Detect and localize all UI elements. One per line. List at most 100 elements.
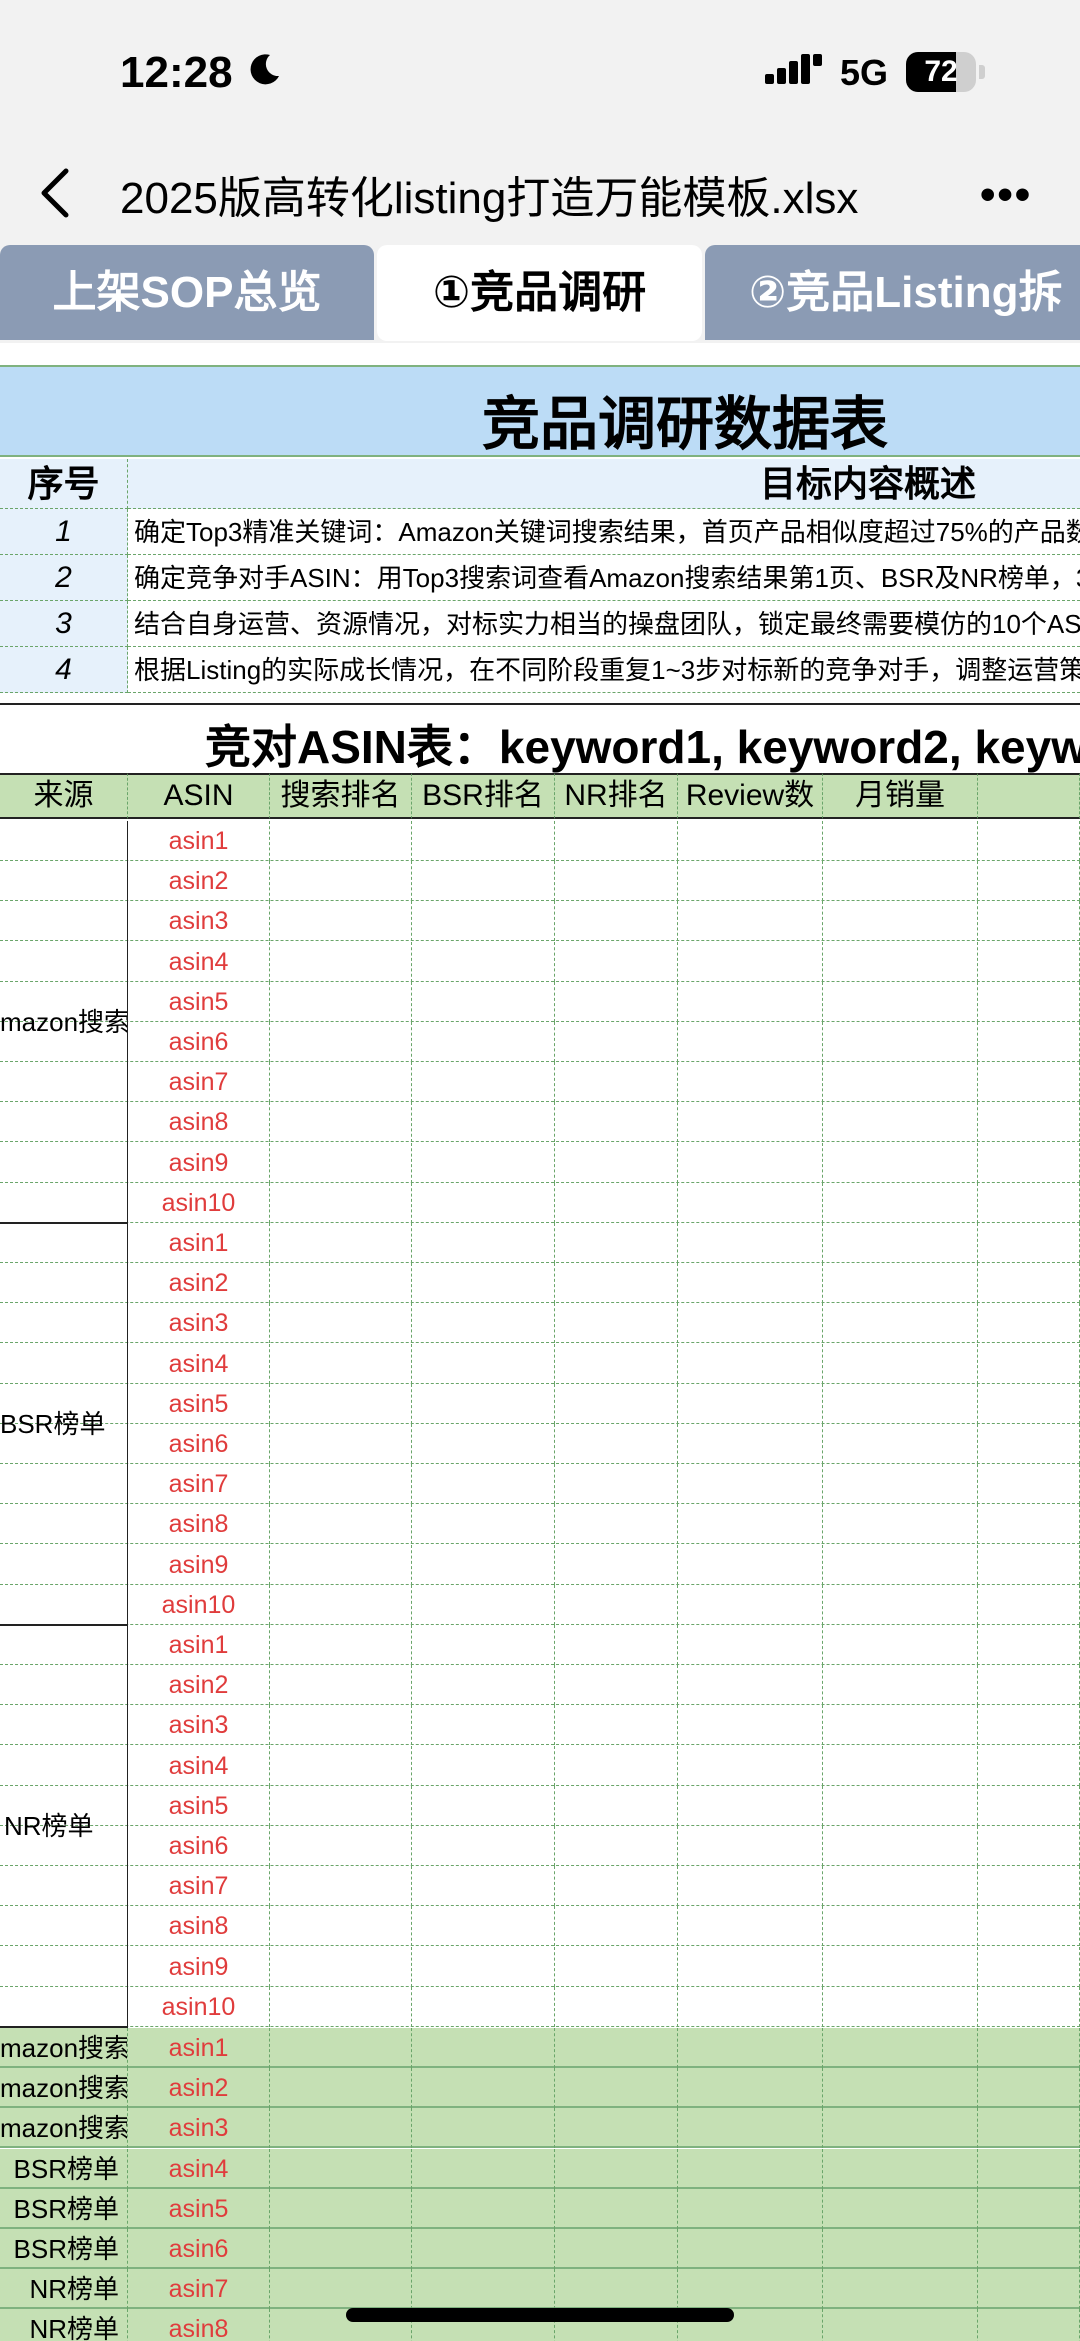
table-cell[interactable]	[270, 1705, 412, 1746]
table-cell[interactable]	[555, 1584, 678, 1625]
table-cell[interactable]	[555, 901, 678, 942]
table-cell[interactable]	[823, 1946, 978, 1987]
source-label[interactable]: mazon搜索	[0, 2068, 128, 2109]
table-cell[interactable]	[823, 1383, 978, 1424]
table-cell[interactable]	[270, 1383, 412, 1424]
source-label[interactable]: NR榜单	[0, 2269, 128, 2310]
table-cell[interactable]	[823, 1866, 978, 1907]
table-cell[interactable]	[978, 1745, 1080, 1786]
table-cell[interactable]	[412, 1826, 555, 1866]
table-cell[interactable]	[823, 1223, 978, 1263]
table-cell[interactable]	[555, 1062, 678, 1103]
table-cell[interactable]	[978, 1785, 1080, 1826]
table-cell[interactable]	[270, 901, 412, 942]
table-cell[interactable]	[270, 1263, 412, 1304]
table-cell[interactable]	[978, 1303, 1080, 1344]
table-cell[interactable]	[678, 1102, 823, 1143]
table-cell[interactable]	[270, 1022, 412, 1062]
tab-competitor-research[interactable]: ①竞品调研	[377, 245, 702, 341]
table-cell[interactable]	[678, 1946, 823, 1987]
table-cell[interactable]	[412, 2148, 555, 2189]
table-cell[interactable]	[978, 1424, 1080, 1464]
table-cell[interactable]	[678, 1182, 823, 1223]
table-cell[interactable]	[412, 1263, 555, 1304]
column-header[interactable]	[978, 773, 1080, 819]
table-cell[interactable]	[555, 1223, 678, 1263]
asin-cell[interactable]: asin5	[128, 1383, 270, 1424]
table-cell[interactable]	[978, 2269, 1080, 2310]
table-cell[interactable]	[555, 1625, 678, 1665]
table-cell[interactable]	[270, 1785, 412, 1826]
table-cell[interactable]	[270, 2068, 412, 2109]
table-cell[interactable]	[555, 821, 678, 861]
table-cell[interactable]	[270, 941, 412, 982]
table-cell[interactable]	[978, 1464, 1080, 1505]
table-cell[interactable]	[270, 1544, 412, 1585]
asin-cell[interactable]: asin9	[128, 1544, 270, 1585]
tab-sop-overview[interactable]: 上架SOP总览	[0, 245, 374, 340]
table-cell[interactable]	[823, 1826, 978, 1866]
source-label[interactable]: mazon搜索	[0, 2028, 128, 2068]
table-cell[interactable]	[823, 1263, 978, 1304]
table-cell[interactable]	[555, 2108, 678, 2149]
asin-cell[interactable]: asin4	[128, 941, 270, 982]
table-cell[interactable]	[412, 861, 555, 902]
table-cell[interactable]	[412, 1986, 555, 2027]
table-cell[interactable]	[555, 1785, 678, 1826]
table-cell[interactable]	[823, 901, 978, 942]
table-cell[interactable]	[978, 981, 1080, 1022]
asin-cell[interactable]: asin3	[128, 2108, 270, 2149]
table-cell[interactable]	[978, 1263, 1080, 1304]
asin-cell[interactable]: asin1	[128, 1625, 270, 1665]
table-cell[interactable]	[678, 2028, 823, 2068]
table-cell[interactable]	[823, 1424, 978, 1464]
asin-cell[interactable]: asin8	[128, 1102, 270, 1143]
table-cell[interactable]	[270, 1665, 412, 1706]
table-cell[interactable]	[270, 2148, 412, 2189]
table-cell[interactable]	[270, 1102, 412, 1143]
table-cell[interactable]	[823, 1343, 978, 1384]
table-cell[interactable]	[978, 1544, 1080, 1585]
summary-row-number[interactable]: 2	[0, 555, 128, 601]
asin-cell[interactable]: asin3	[128, 901, 270, 942]
table-cell[interactable]	[678, 1745, 823, 1786]
table-cell[interactable]	[678, 2269, 823, 2310]
table-cell[interactable]	[555, 2269, 678, 2310]
table-cell[interactable]	[412, 2068, 555, 2109]
table-cell[interactable]	[412, 1665, 555, 1706]
table-cell[interactable]	[412, 1504, 555, 1545]
table-cell[interactable]	[555, 861, 678, 902]
table-cell[interactable]	[823, 2229, 978, 2269]
asin-cell[interactable]: asin1	[128, 1223, 270, 1263]
table-cell[interactable]	[412, 1544, 555, 1585]
table-cell[interactable]	[978, 941, 1080, 982]
asin-cell[interactable]: asin9	[128, 1142, 270, 1183]
table-cell[interactable]	[412, 2188, 555, 2229]
column-header[interactable]: 来源	[0, 773, 128, 819]
table-cell[interactable]	[678, 2148, 823, 2189]
table-cell[interactable]	[555, 2028, 678, 2068]
table-cell[interactable]	[978, 2108, 1080, 2149]
table-cell[interactable]	[678, 981, 823, 1022]
table-cell[interactable]	[412, 821, 555, 861]
table-cell[interactable]	[412, 1625, 555, 1665]
asin-cell[interactable]: asin4	[128, 1343, 270, 1384]
table-cell[interactable]	[823, 981, 978, 1022]
asin-cell[interactable]: asin2	[128, 2068, 270, 2109]
table-cell[interactable]	[412, 1142, 555, 1183]
table-cell[interactable]	[412, 1424, 555, 1464]
asin-cell[interactable]: asin3	[128, 1303, 270, 1344]
table-cell[interactable]	[412, 2108, 555, 2149]
table-cell[interactable]	[823, 1665, 978, 1706]
source-label[interactable]: BSR榜单	[0, 2188, 128, 2229]
asin-cell[interactable]: asin7	[128, 1062, 270, 1103]
back-icon[interactable]	[36, 165, 76, 221]
table-cell[interactable]	[412, 2028, 555, 2068]
table-cell[interactable]	[978, 1182, 1080, 1223]
table-cell[interactable]	[823, 2028, 978, 2068]
table-cell[interactable]	[978, 1504, 1080, 1545]
table-cell[interactable]	[270, 1303, 412, 1344]
table-cell[interactable]	[412, 981, 555, 1022]
table-cell[interactable]	[978, 1705, 1080, 1746]
table-cell[interactable]	[270, 2188, 412, 2229]
